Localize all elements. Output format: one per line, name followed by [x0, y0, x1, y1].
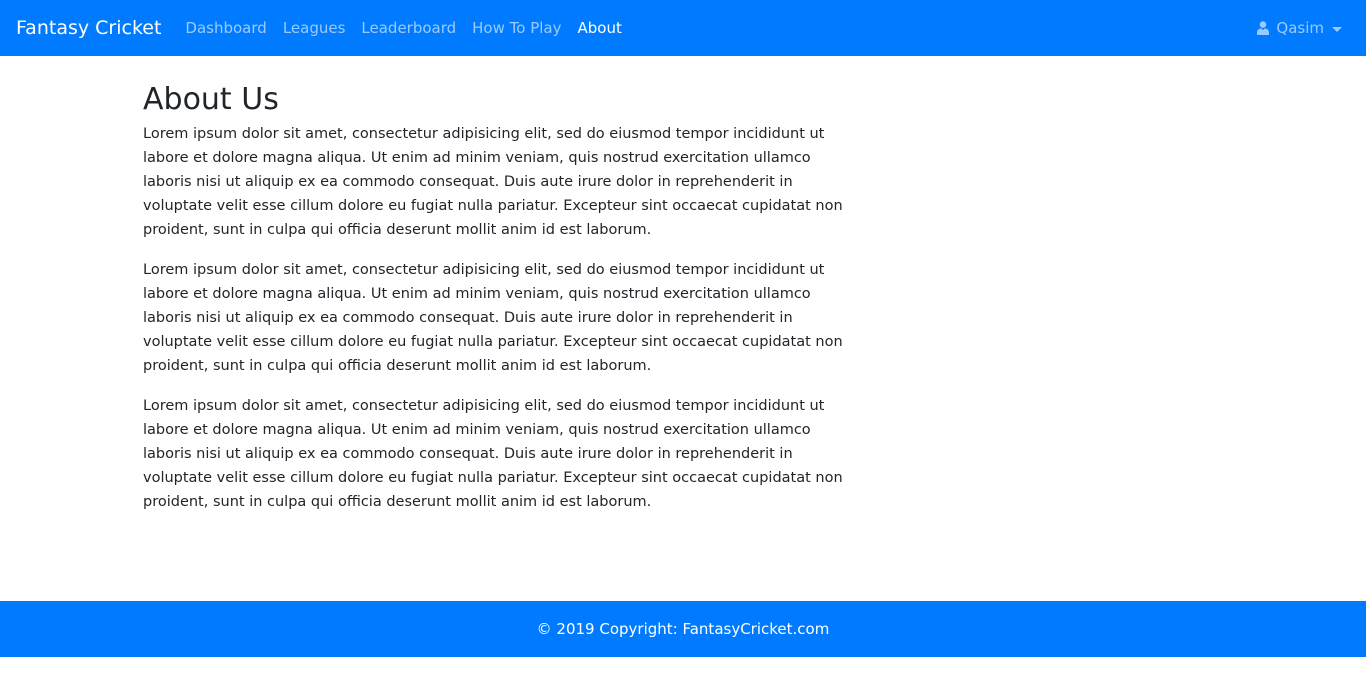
user-dropdown[interactable]: Qasim — [1257, 19, 1350, 37]
about-content: About Us Lorem ipsum dolor sit amet, con… — [143, 80, 859, 530]
about-paragraph: Lorem ipsum dolor sit amet, consectetur … — [143, 262, 843, 374]
brand-link[interactable]: Fantasy Cricket — [16, 17, 161, 39]
nav-link-how-to-play[interactable]: How To Play — [464, 19, 569, 37]
nav-link-dashboard[interactable]: Dashboard — [177, 19, 274, 37]
user-icon — [1257, 21, 1270, 35]
footer-copyright: © 2019 Copyright: FantasyCricket.com — [536, 620, 830, 638]
nav-link-leagues[interactable]: Leagues — [275, 19, 354, 37]
page-title: About Us — [143, 82, 279, 117]
page-footer: © 2019 Copyright: FantasyCricket.com — [0, 601, 1366, 657]
top-navbar: Fantasy Cricket Dashboard Leagues Leader… — [0, 0, 1366, 56]
user-name: Qasim — [1276, 19, 1324, 37]
about-paragraph: Lorem ipsum dolor sit amet, consectetur … — [143, 126, 843, 238]
nav-links: Dashboard Leagues Leaderboard How To Pla… — [177, 19, 629, 37]
nav-link-leaderboard[interactable]: Leaderboard — [353, 19, 464, 37]
nav-link-about[interactable]: About — [570, 19, 630, 37]
about-paragraph: Lorem ipsum dolor sit amet, consectetur … — [143, 398, 843, 510]
chevron-down-icon — [1332, 26, 1342, 32]
